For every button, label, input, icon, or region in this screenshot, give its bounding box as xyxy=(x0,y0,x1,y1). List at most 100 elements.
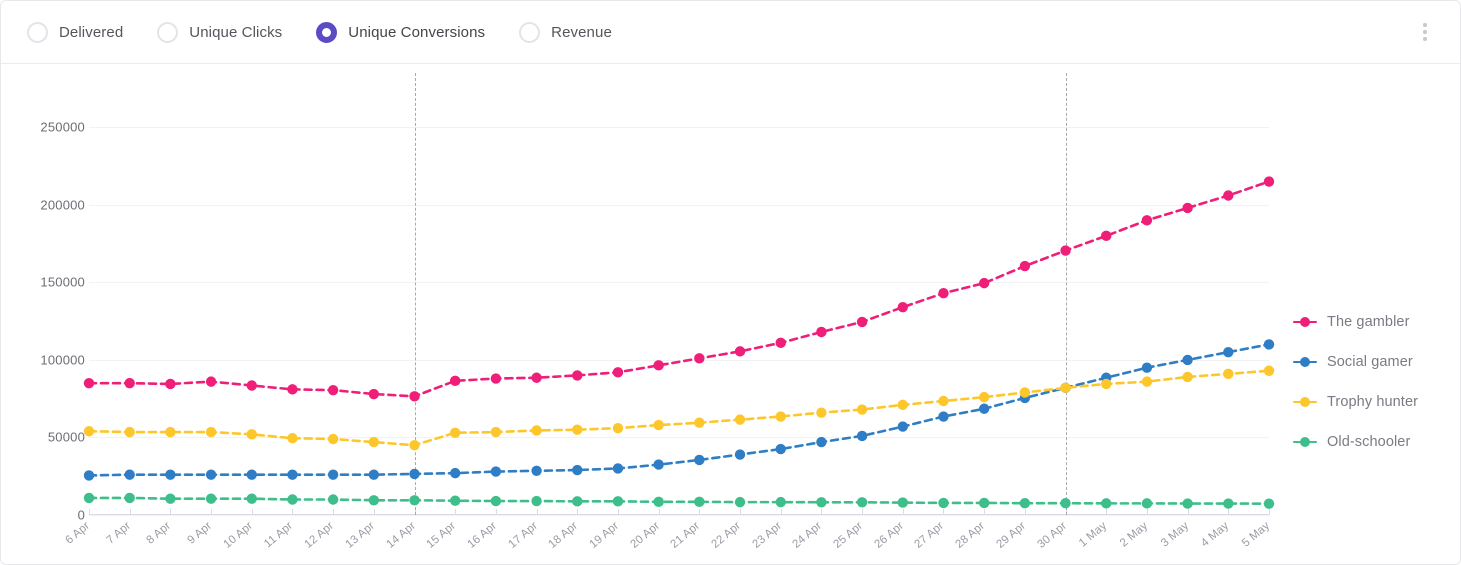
data-point[interactable] xyxy=(531,495,542,507)
data-point[interactable] xyxy=(246,429,257,440)
data-point[interactable] xyxy=(978,391,990,403)
data-point[interactable] xyxy=(856,430,868,442)
data-point[interactable] xyxy=(124,492,135,504)
data-point[interactable] xyxy=(694,417,705,428)
data-point[interactable] xyxy=(856,497,868,508)
data-point[interactable] xyxy=(124,426,135,438)
data-point[interactable] xyxy=(978,277,990,289)
data-point[interactable] xyxy=(1101,230,1112,242)
data-point[interactable] xyxy=(83,470,95,481)
data-point[interactable] xyxy=(409,440,420,451)
data-point[interactable] xyxy=(775,496,786,508)
data-point[interactable] xyxy=(124,469,135,480)
data-point[interactable] xyxy=(124,377,135,389)
data-point[interactable] xyxy=(572,464,583,476)
data-point[interactable] xyxy=(612,496,624,507)
data-point[interactable] xyxy=(653,496,664,508)
data-point[interactable] xyxy=(1019,387,1031,398)
data-point[interactable] xyxy=(205,376,217,387)
data-point[interactable] xyxy=(327,494,339,505)
data-point[interactable] xyxy=(1019,260,1031,272)
data-point[interactable] xyxy=(246,469,257,480)
data-point[interactable] xyxy=(287,469,298,480)
data-point[interactable] xyxy=(938,288,949,299)
data-point[interactable] xyxy=(490,426,502,438)
data-point[interactable] xyxy=(368,436,380,448)
data-point[interactable] xyxy=(734,414,746,425)
legend-item-old-schooler[interactable]: Old-schooler xyxy=(1293,434,1418,450)
data-point[interactable] xyxy=(734,496,746,508)
data-point[interactable] xyxy=(1223,498,1234,509)
data-point[interactable] xyxy=(1141,362,1153,373)
data-point[interactable] xyxy=(816,436,827,448)
data-point[interactable] xyxy=(572,370,583,381)
data-point[interactable] xyxy=(165,469,176,480)
data-point[interactable] xyxy=(450,427,461,438)
data-point[interactable] xyxy=(205,426,217,438)
data-point[interactable] xyxy=(165,426,176,438)
data-point[interactable] xyxy=(490,373,502,384)
data-point[interactable] xyxy=(165,493,176,504)
data-point[interactable] xyxy=(897,301,908,313)
data-point[interactable] xyxy=(246,493,257,504)
data-point[interactable] xyxy=(1101,378,1112,390)
data-point[interactable] xyxy=(897,421,908,432)
data-point[interactable] xyxy=(1141,498,1153,509)
data-point[interactable] xyxy=(653,459,664,470)
data-point[interactable] xyxy=(694,496,705,508)
data-point[interactable] xyxy=(531,465,542,476)
data-point[interactable] xyxy=(409,391,420,402)
data-point[interactable] xyxy=(1182,371,1193,383)
data-point[interactable] xyxy=(1223,346,1234,358)
data-point[interactable] xyxy=(653,360,664,371)
data-point[interactable] xyxy=(1182,202,1193,214)
data-point[interactable] xyxy=(490,495,502,507)
data-point[interactable] xyxy=(83,377,95,389)
legend-item-social-gamer[interactable]: Social gamer xyxy=(1293,354,1418,370)
data-point[interactable] xyxy=(287,433,298,444)
data-point[interactable] xyxy=(1182,498,1193,509)
data-point[interactable] xyxy=(531,372,542,383)
radio-option-unique-conversions[interactable]: Unique Conversions xyxy=(316,21,485,43)
data-point[interactable] xyxy=(612,463,624,474)
data-point[interactable] xyxy=(246,380,257,391)
data-point[interactable] xyxy=(816,407,827,418)
data-point[interactable] xyxy=(490,466,502,477)
radio-option-revenue[interactable]: Revenue xyxy=(519,21,612,43)
data-point[interactable] xyxy=(612,422,624,434)
data-point[interactable] xyxy=(1182,354,1193,366)
data-point[interactable] xyxy=(1263,498,1275,509)
data-point[interactable] xyxy=(734,449,746,460)
data-point[interactable] xyxy=(327,469,339,480)
legend-item-the-gambler[interactable]: The gambler xyxy=(1293,314,1418,330)
data-point[interactable] xyxy=(205,469,217,480)
data-point[interactable] xyxy=(1141,215,1153,226)
data-point[interactable] xyxy=(775,443,786,455)
legend-item-trophy-hunter[interactable]: Trophy hunter xyxy=(1293,394,1418,410)
data-point[interactable] xyxy=(1141,376,1153,387)
data-point[interactable] xyxy=(856,404,868,415)
data-point[interactable] xyxy=(287,494,298,505)
radio-option-delivered[interactable]: Delivered xyxy=(27,21,123,43)
data-point[interactable] xyxy=(897,399,908,411)
data-point[interactable] xyxy=(1060,382,1071,394)
data-point[interactable] xyxy=(1223,190,1234,201)
data-point[interactable] xyxy=(938,395,949,407)
data-point[interactable] xyxy=(368,388,380,400)
data-point[interactable] xyxy=(531,425,542,436)
data-point[interactable] xyxy=(1101,498,1112,509)
data-point[interactable] xyxy=(409,468,420,480)
radio-option-unique-clicks[interactable]: Unique Clicks xyxy=(157,21,282,43)
data-point[interactable] xyxy=(572,496,583,507)
data-point[interactable] xyxy=(978,403,990,414)
data-point[interactable] xyxy=(816,326,827,338)
data-point[interactable] xyxy=(938,411,949,422)
data-point[interactable] xyxy=(856,316,868,328)
data-point[interactable] xyxy=(450,375,461,387)
kebab-menu-icon[interactable] xyxy=(1414,19,1436,45)
data-point[interactable] xyxy=(83,492,95,504)
data-point[interactable] xyxy=(1263,365,1275,376)
data-point[interactable] xyxy=(368,469,380,480)
data-point[interactable] xyxy=(816,497,827,508)
data-point[interactable] xyxy=(775,337,786,349)
